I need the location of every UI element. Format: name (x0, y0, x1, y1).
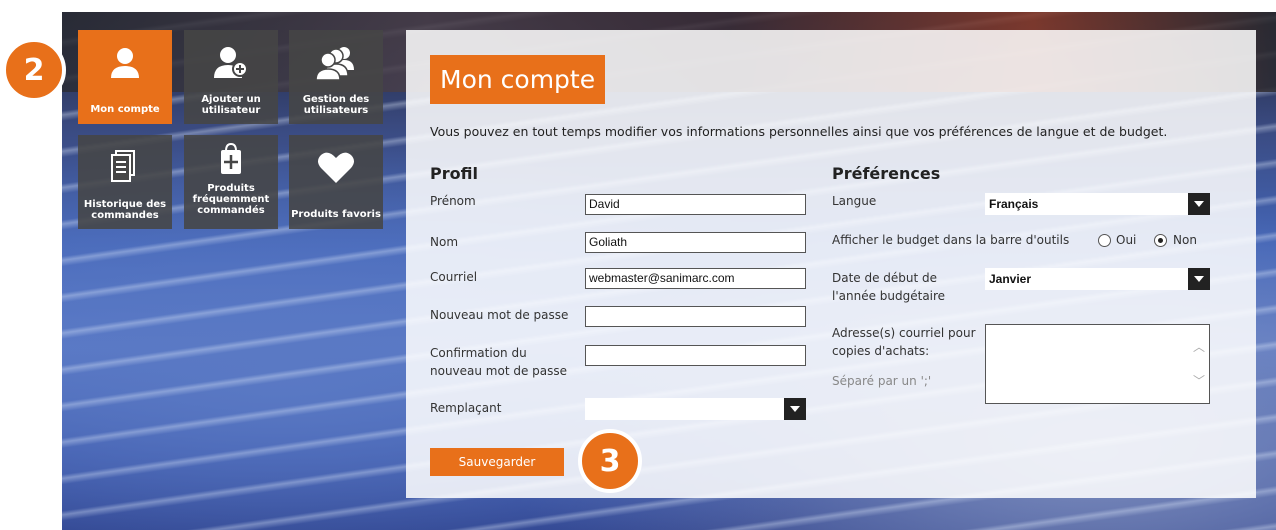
scroll-up-icon[interactable]: ︿ (1193, 341, 1205, 353)
emails-hint: Séparé par un ';' (832, 374, 932, 388)
date-debut-select[interactable]: Janvier (985, 268, 1210, 290)
courriel-input[interactable]: webmaster@sanimarc.com (585, 268, 806, 289)
nom-input[interactable]: Goliath (585, 232, 806, 253)
prenom-label: Prénom (430, 194, 476, 208)
chevron-down-icon (784, 398, 806, 420)
tile-label: Ajouter un utilisateur (201, 94, 261, 116)
date-label-line1: Date de début de (832, 271, 938, 285)
tile-label: Produits fréquemment commandés (192, 183, 270, 216)
budget-oui-radio[interactable] (1098, 234, 1111, 247)
confirm-label-line2: nouveau mot de passe (430, 364, 568, 378)
chevron-down-icon (1188, 268, 1210, 290)
langue-select[interactable]: Français (985, 193, 1210, 215)
nom-label: Nom (430, 235, 459, 249)
tile-label: Historique des commandes (83, 199, 167, 221)
emails-label-line1: Adresse(s) courriel pour (832, 326, 976, 340)
date-label-line2: l'année budgétaire (832, 289, 946, 303)
tile-gestion-utilisateurs[interactable]: Gestion des utilisateurs (289, 30, 383, 124)
save-button[interactable]: Sauvegarder (430, 448, 564, 476)
step-badge-3: 3 (578, 429, 642, 493)
page-title: Mon compte (430, 55, 606, 104)
heart-icon (318, 152, 354, 183)
preferences-heading: Préférences (832, 164, 941, 183)
password-label: Nouveau mot de passe (430, 308, 569, 322)
emails-label-line2: copies d'achats: (832, 344, 930, 358)
confirm-label-line1: Confirmation du (430, 346, 527, 360)
scroll-down-icon[interactable]: ﹀ (1193, 375, 1205, 387)
courriel-label: Courriel (430, 270, 478, 284)
budget-non-label: Non (1173, 233, 1197, 247)
remplacant-label: Remplaçant (430, 401, 502, 415)
date-debut-value: Janvier (989, 272, 1032, 286)
tile-historique-commandes[interactable]: Historique des commandes (78, 135, 172, 229)
tile-label: Gestion des utilisateurs (302, 94, 370, 116)
tile-label: Produits favoris (291, 209, 381, 220)
password-input[interactable] (585, 306, 806, 327)
add-user-icon (214, 47, 248, 78)
shopping-bag-plus-icon (221, 142, 241, 174)
chevron-down-icon (1188, 193, 1210, 215)
confirm-password-input[interactable] (585, 345, 806, 366)
intro-text: Vous pouvez en tout temps modifier vos i… (430, 124, 1168, 139)
tile-produits-favoris[interactable]: Produits favoris (289, 135, 383, 229)
langue-value: Français (989, 197, 1039, 211)
step-badge-2: 2 (2, 38, 66, 102)
budget-oui-label: Oui (1116, 233, 1137, 247)
tile-produits-frequents[interactable]: Produits fréquemment commandés (184, 135, 278, 229)
tile-label: Mon compte (90, 104, 160, 115)
prenom-input[interactable]: David (585, 194, 806, 215)
tile-ajouter-utilisateur[interactable]: Ajouter un utilisateur (184, 30, 278, 124)
document-stack-icon (111, 150, 135, 182)
langue-label: Langue (832, 194, 877, 208)
profil-heading: Profil (430, 164, 478, 183)
budget-label: Afficher le budget dans la barre d'outil… (832, 233, 1070, 247)
tile-mon-compte[interactable]: Mon compte (78, 30, 172, 124)
emails-textarea[interactable]: ︿ ﹀ (985, 324, 1210, 404)
budget-non-radio[interactable] (1154, 234, 1167, 247)
user-icon (111, 48, 139, 78)
users-group-icon (315, 47, 354, 81)
remplacant-select[interactable] (585, 398, 806, 420)
